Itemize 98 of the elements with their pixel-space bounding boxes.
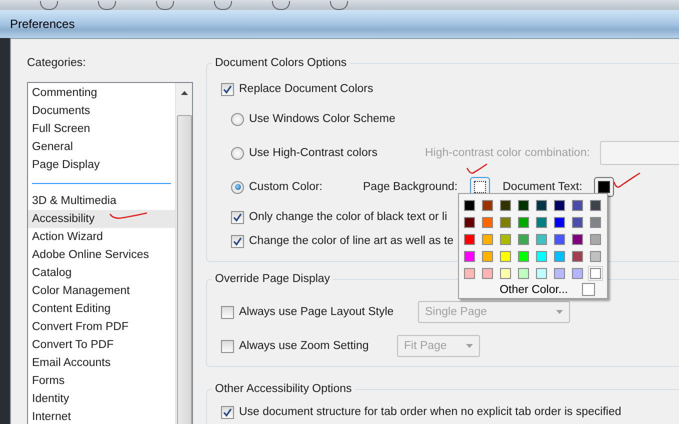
color-swatch[interactable] [462, 215, 477, 230]
color-swatch[interactable] [462, 198, 477, 213]
color-swatch[interactable] [552, 232, 567, 247]
checkmark-icon [233, 212, 242, 222]
checkmark-icon [223, 84, 232, 94]
category-item[interactable]: Adobe Online Services [28, 246, 175, 264]
caret-icon [466, 344, 473, 348]
group-title: Document Colors Options [214, 56, 348, 71]
color-swatch[interactable] [462, 232, 477, 247]
radio-button[interactable] [231, 146, 244, 160]
color-swatch[interactable] [570, 249, 585, 264]
categories-label: Categories: [27, 56, 87, 71]
color-swatch[interactable] [480, 266, 495, 281]
color-swatch[interactable] [516, 266, 531, 281]
category-item[interactable]: Content Editing [28, 300, 175, 318]
color-swatch[interactable] [534, 198, 549, 213]
document-text-label: Document Text: [502, 180, 582, 194]
category-item[interactable]: Identity [28, 390, 175, 408]
color-swatch[interactable] [552, 215, 567, 230]
checkbox[interactable] [221, 406, 234, 418]
color-swatch[interactable] [534, 215, 549, 230]
category-item[interactable]: Internet [28, 408, 175, 424]
color-swatch[interactable] [570, 232, 585, 247]
color-swatch[interactable] [462, 249, 477, 264]
color-swatch[interactable] [516, 232, 531, 247]
option-checkbox-label[interactable]: Change the color of line art as well as te [231, 234, 454, 248]
category-item[interactable]: Action Wizard [28, 228, 175, 246]
checkbox[interactable] [231, 234, 244, 248]
category-item[interactable]: 3D & Multimedia [28, 192, 175, 210]
color-swatch[interactable] [498, 198, 513, 213]
radio-label[interactable]: Custom Color: [249, 180, 363, 194]
radio-button[interactable] [231, 112, 244, 126]
scroll-up-icon[interactable] [180, 91, 188, 95]
replace-colors-checkbox-label[interactable]: Replace Document Colors [221, 82, 374, 96]
category-item[interactable]: Full Screen [28, 120, 175, 138]
checkbox[interactable] [221, 340, 234, 352]
category-item[interactable]: Email Accounts [28, 354, 175, 372]
caret-icon [556, 310, 563, 314]
category-item[interactable]: Forms [28, 372, 175, 390]
category-item[interactable]: General [28, 138, 175, 156]
color-swatch[interactable] [534, 249, 549, 264]
color-swatch[interactable] [516, 198, 531, 213]
window-title: Preferences [10, 17, 75, 31]
group-title: Other Accessibility Options [214, 382, 353, 397]
checkmark-icon [223, 408, 232, 416]
color-swatch[interactable] [588, 266, 603, 281]
color-swatch[interactable] [498, 266, 513, 281]
color-swatch[interactable] [588, 198, 603, 213]
checkmark-icon [233, 236, 242, 246]
override-checkbox-label[interactable]: Always use Zoom Setting [221, 340, 397, 352]
category-item[interactable]: Catalog [28, 264, 175, 282]
color-swatch[interactable] [552, 249, 567, 264]
check-mark-annotation [613, 172, 641, 189]
color-swatch[interactable] [534, 232, 549, 247]
category-item[interactable]: Page Display [28, 156, 175, 174]
color-swatch[interactable] [588, 249, 603, 264]
category-item[interactable]: Accessibility [28, 210, 175, 228]
category-item[interactable]: Documents [28, 102, 175, 120]
option-checkbox-label[interactable]: Only change the color of black text or li [231, 210, 448, 224]
checkbox[interactable] [221, 306, 234, 318]
color-swatch[interactable] [516, 249, 531, 264]
color-swatch[interactable] [570, 198, 585, 213]
category-item[interactable]: Color Management [28, 282, 175, 300]
check-mark-annotation [466, 163, 488, 175]
color-swatch[interactable] [552, 266, 567, 281]
checkbox[interactable] [221, 82, 234, 96]
color-swatch[interactable] [480, 232, 495, 247]
radio-button[interactable] [231, 180, 244, 194]
color-swatch[interactable] [498, 232, 513, 247]
option-checkbox-label[interactable]: Use document structure for tab order when no explicit tab order is specified [221, 406, 622, 418]
color-swatch[interactable] [570, 215, 585, 230]
combo-label: High-contrast color combination: [425, 147, 590, 159]
scroll-thumb[interactable] [176, 115, 192, 424]
color-swatch[interactable] [534, 266, 549, 281]
other-color-button[interactable]: Other Color... [459, 283, 607, 296]
group-title: Override Page Display [214, 272, 332, 287]
color-swatch[interactable] [570, 266, 585, 281]
color-swatch[interactable] [552, 198, 567, 213]
color-swatch[interactable] [462, 266, 477, 281]
color-swatch[interactable] [498, 249, 513, 264]
color-swatch[interactable] [480, 198, 495, 213]
category-item[interactable]: Commenting [28, 84, 175, 102]
color-swatch[interactable] [498, 215, 513, 230]
page-background-label: Page Background: [363, 180, 458, 194]
category-item[interactable]: Convert To PDF [28, 336, 175, 354]
underline-annotation [109, 211, 148, 220]
combo-field[interactable] [600, 141, 679, 165]
color-swatch[interactable] [588, 215, 603, 230]
override-checkbox-label[interactable]: Always use Page Layout Style [221, 306, 418, 318]
color-swatch[interactable] [588, 232, 603, 247]
radio-label[interactable]: Use Windows Color Scheme [249, 112, 419, 126]
radio-label[interactable]: Use High-Contrast colors [249, 146, 419, 160]
category-item[interactable]: Convert From PDF [28, 318, 175, 336]
color-swatch[interactable] [516, 215, 531, 230]
scrollbar[interactable] [175, 83, 192, 424]
color-swatch[interactable] [480, 215, 495, 230]
color-swatch[interactable] [480, 249, 495, 264]
checkbox[interactable] [231, 210, 244, 224]
